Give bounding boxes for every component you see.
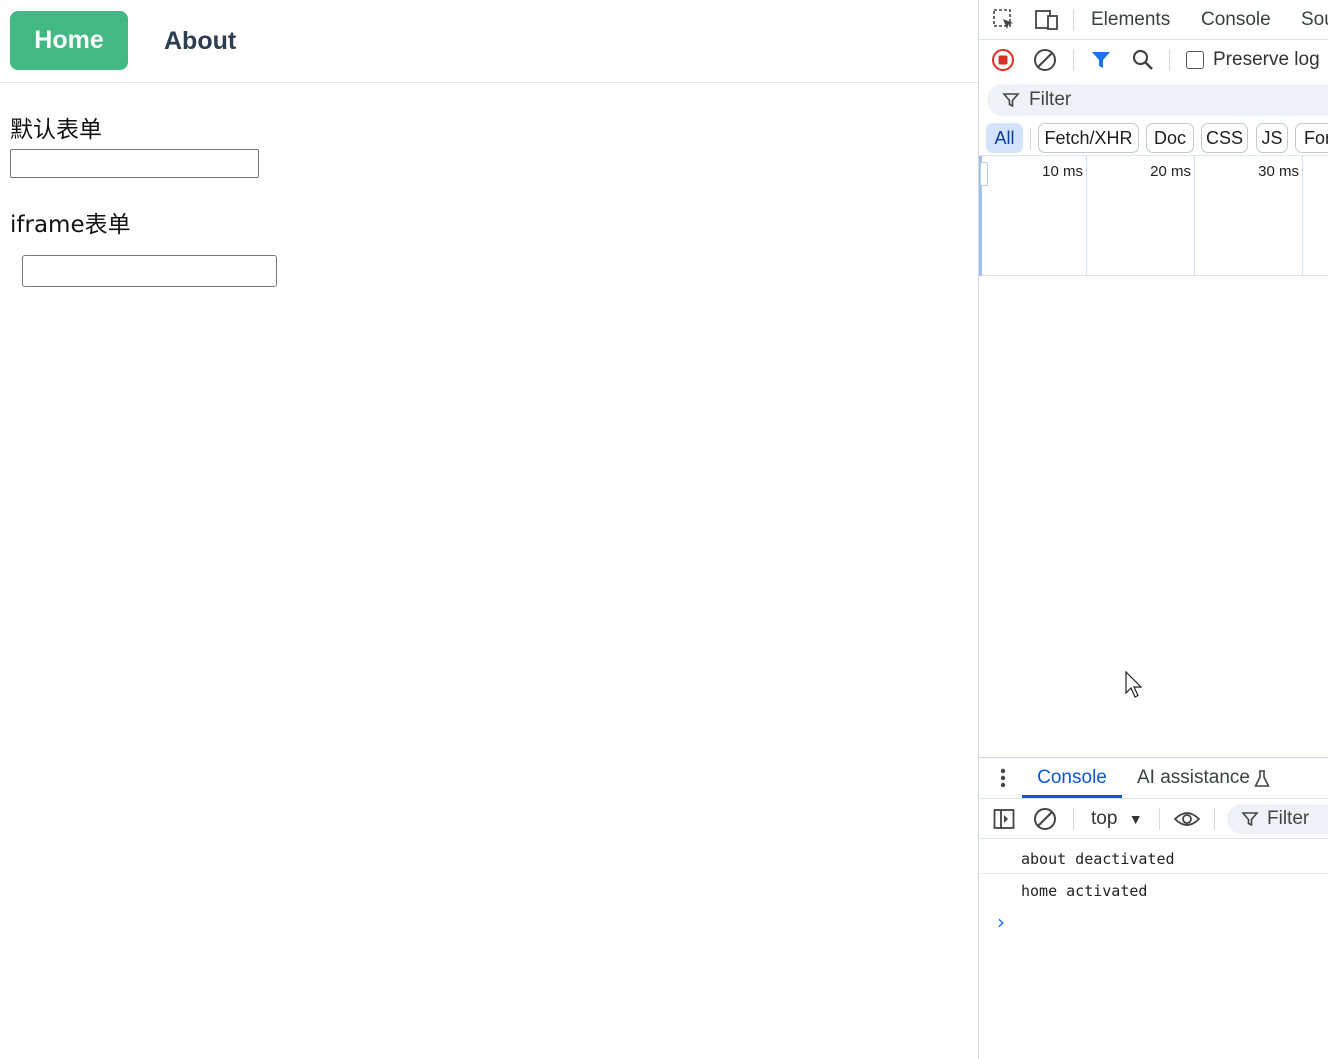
context-label: top bbox=[1091, 808, 1118, 829]
network-overview-timeline[interactable]: 10 ms 20 ms 30 ms bbox=[979, 156, 1328, 276]
top-nav: Home About bbox=[0, 0, 978, 83]
clear-console-icon[interactable] bbox=[1033, 807, 1057, 831]
tab-sources[interactable]: Sou bbox=[1301, 0, 1328, 40]
more-options-icon[interactable] bbox=[993, 767, 1013, 789]
type-filter-doc[interactable]: Doc bbox=[1146, 123, 1194, 153]
clear-icon[interactable] bbox=[1033, 48, 1057, 72]
default-form-title: 默认表单 bbox=[10, 117, 102, 143]
console-message: about deactivated bbox=[979, 846, 1328, 874]
inspect-element-icon[interactable] bbox=[991, 7, 1017, 33]
web-page: Home About 默认表单 iframe表单 bbox=[0, 0, 978, 1059]
type-filter-css[interactable]: CSS bbox=[1201, 123, 1248, 153]
console-filter-placeholder: Filter bbox=[1267, 808, 1310, 829]
devtools-panel: Elements Console Sou Preserve log Filter bbox=[978, 0, 1328, 1059]
mouse-cursor-icon bbox=[1125, 670, 1145, 704]
filter-icon bbox=[1001, 90, 1021, 110]
resource-type-filters: All Fetch/XHR Doc CSS JS For bbox=[979, 120, 1328, 156]
console-message: home activated bbox=[979, 879, 1328, 907]
live-expression-eye-icon[interactable] bbox=[1172, 807, 1202, 831]
tab-console[interactable]: Console bbox=[1201, 0, 1271, 40]
preserve-log-label[interactable]: Preserve log bbox=[1213, 40, 1320, 80]
filter-toggle-icon[interactable] bbox=[1089, 48, 1113, 72]
drawer-tab-console[interactable]: Console bbox=[1022, 758, 1122, 798]
iframe-form-input[interactable] bbox=[22, 255, 277, 287]
type-filter-fetch-xhr[interactable]: Fetch/XHR bbox=[1038, 123, 1139, 153]
type-filter-font[interactable]: For bbox=[1295, 123, 1328, 153]
preserve-log-checkbox[interactable] bbox=[1186, 51, 1204, 69]
device-toolbar-icon[interactable] bbox=[1033, 7, 1061, 33]
drawer-tab-ai-assistance[interactable]: AI assistance bbox=[1137, 758, 1250, 798]
console-toolbar: top ▼ Filter bbox=[979, 799, 1328, 839]
search-icon[interactable] bbox=[1131, 48, 1155, 72]
flask-icon bbox=[1253, 770, 1271, 788]
timeline-handle[interactable] bbox=[980, 162, 988, 186]
timeline-tick-label: 30 ms bbox=[1258, 163, 1299, 180]
console-message-text: about deactivated bbox=[1021, 850, 1175, 868]
network-filter-bar: Filter bbox=[979, 84, 1328, 116]
about-nav-link[interactable]: About bbox=[164, 22, 236, 60]
record-stop-icon[interactable] bbox=[991, 48, 1015, 72]
type-filter-all[interactable]: All bbox=[986, 123, 1023, 153]
filter-icon bbox=[1241, 810, 1259, 828]
network-toolbar: Preserve log bbox=[979, 40, 1328, 80]
console-filter-input[interactable]: Filter bbox=[1227, 804, 1328, 834]
type-filter-js[interactable]: JS bbox=[1256, 123, 1288, 153]
tab-elements[interactable]: Elements bbox=[1091, 0, 1170, 40]
network-filter-input[interactable]: Filter bbox=[987, 84, 1328, 116]
default-form-input[interactable] bbox=[10, 149, 259, 178]
sidebar-toggle-icon[interactable] bbox=[992, 807, 1016, 831]
filter-placeholder: Filter bbox=[1029, 89, 1072, 110]
home-nav-link[interactable]: Home bbox=[10, 11, 128, 70]
chevron-down-icon: ▼ bbox=[1128, 811, 1143, 827]
iframe-form-title: iframe表单 bbox=[10, 212, 131, 238]
context-selector[interactable]: top ▼ bbox=[1091, 807, 1143, 831]
console-prompt-chevron-icon[interactable]: › bbox=[997, 910, 1005, 934]
console-message-text: home activated bbox=[1021, 882, 1148, 900]
drawer-tabbar: Console AI assistance bbox=[979, 757, 1328, 799]
timeline-tick-label: 20 ms bbox=[1150, 163, 1191, 180]
devtools-tabbar: Elements Console Sou bbox=[979, 0, 1328, 40]
timeline-tick-label: 10 ms bbox=[1042, 163, 1083, 180]
